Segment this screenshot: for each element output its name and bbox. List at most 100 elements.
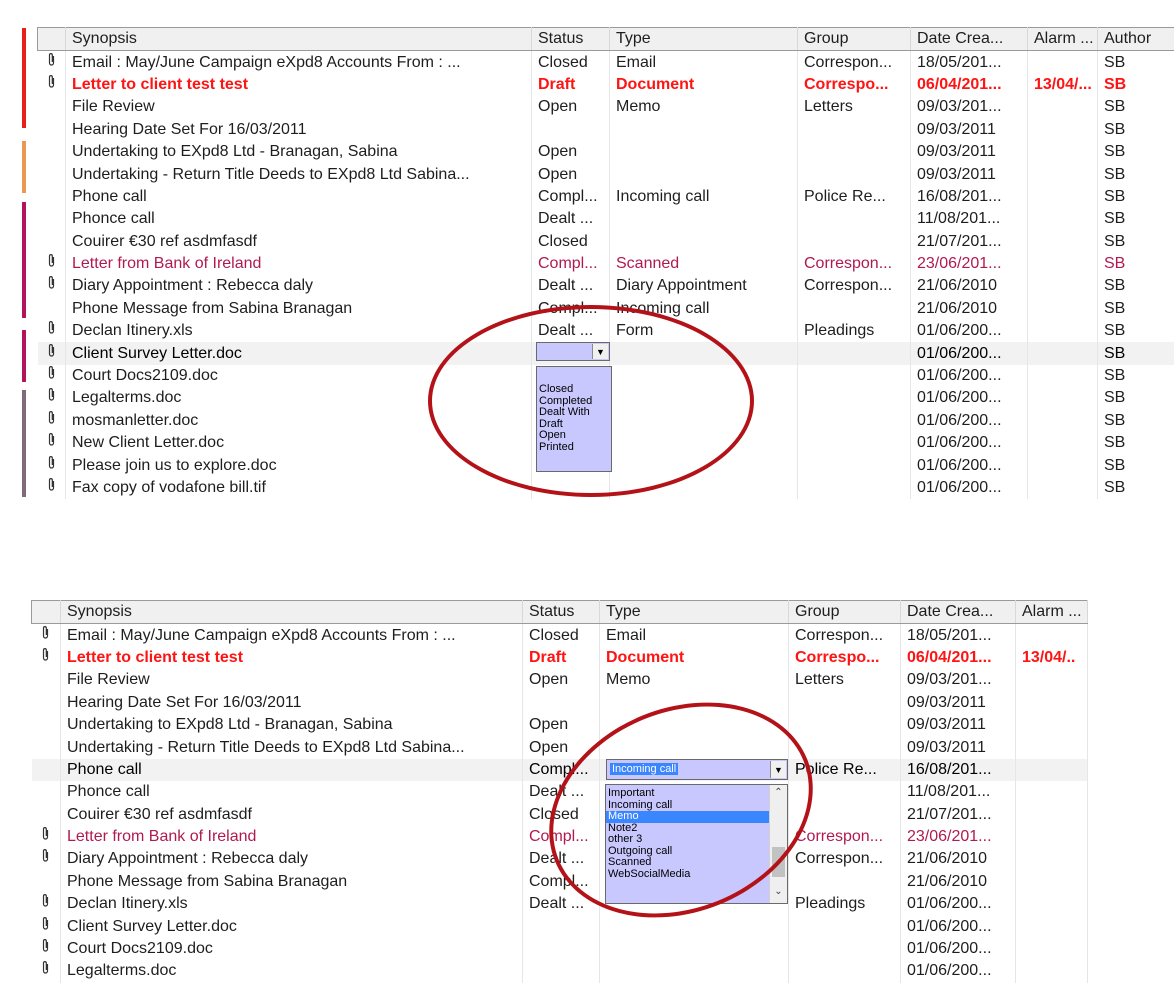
table-row[interactable]: Diary Appointment : Rebecca daly Dealt ..… [37,275,1174,298]
attachment-cell [31,781,61,804]
table-row[interactable]: Phone Message from Sabina Branagan Compl.… [37,297,1174,321]
table-cell [1015,736,1088,759]
attachment-column-header[interactable] [37,26,66,52]
dropdown-option[interactable]: Open [537,430,611,442]
table-cell: SB [1097,252,1174,276]
table-cell: Please join us to explore.doc [65,454,532,477]
table-row[interactable]: Undertaking to EXpd8 Ltd - Branagan, Sab… [37,140,1174,164]
dropdown-option[interactable]: Scanned [606,857,769,869]
table-cell [1015,691,1088,714]
table-row[interactable]: Letter from Bank of Ireland Compl... Corre… [31,825,1088,849]
table-row[interactable]: Email : May/June Campaign eXpd8 Accounts… [31,623,1088,647]
scroll-down-icon[interactable]: ⌄ [770,886,787,901]
table-cell: 16/08/201... [900,758,1016,782]
table-row[interactable]: Email : May/June Campaign eXpd8 Accounts… [37,50,1174,74]
table-row[interactable]: Phonce call Dealt ... 11/08/201... [31,781,1088,804]
table-cell: 21/06/2010 [910,275,1028,298]
table-cell: SB [1097,454,1174,477]
attachment-cell [31,713,61,737]
table-row[interactable]: Couirer €30 ref asdmfasdf Closed 21/07/201… [31,803,1088,826]
column-header[interactable]: Group [797,26,911,52]
table-row[interactable]: Hearing Date Set For 16/03/2011 09/03/201… [31,691,1088,714]
column-header[interactable]: Type [609,26,798,52]
table-row[interactable]: Undertaking - Return Title Deeds to EXpd… [31,736,1088,759]
dropdown-option[interactable]: other 3 [606,834,769,846]
table-cell [797,208,911,231]
paperclip-icon [37,476,66,500]
scrollbar-thumb[interactable] [772,847,785,877]
attachment-column-header[interactable] [31,599,61,625]
dropdown-option[interactable]: Closed [537,384,611,396]
table-cell [1015,781,1088,804]
column-header[interactable]: Date Crea... [910,26,1028,52]
table-cell [531,118,610,141]
chevron-down-icon[interactable]: ▼ [770,761,786,778]
table-cell [1027,230,1098,253]
dropdown-option[interactable]: Incoming call [606,800,769,812]
column-header[interactable]: Date Crea... [900,599,1016,625]
table-row[interactable]: File Review Open Memo Letters 09/03/201... [31,669,1088,692]
table-cell: Police Re... [797,185,911,209]
table-row[interactable]: Phonce call Dealt ... 11/08/201... SB [37,208,1174,231]
table-row[interactable]: Couirer €30 ref asdmfasdf Closed 21/07/201… [37,230,1174,253]
table-cell: Compl... [522,758,600,782]
scroll-up-icon[interactable]: ⌃ [770,787,787,802]
dropdown-option[interactable]: Draft [537,419,611,431]
table-row[interactable]: Letter to client test test Draft Document C… [31,646,1088,670]
table-row[interactable]: Declan Itinery.xls Dealt ... Pleadings 01/0… [31,893,1088,916]
status-combo[interactable]: ▼ [536,342,610,361]
table-cell: 01/06/200... [900,960,1016,983]
type-combo[interactable]: Incoming call ▼ [606,759,788,780]
status-dropdown-list[interactable]: Closed Completed Dealt With Draft Open Printe… [536,366,612,472]
dropdown-option[interactable]: Memo [606,811,769,823]
column-header[interactable]: Status [531,26,610,52]
table-cell [797,118,911,141]
table-row[interactable]: File Review Open Memo Letters 09/03/201... SB [37,96,1174,119]
table-row[interactable]: Fax copy of vodafone bill.tif 01/06/200..… [37,476,1174,500]
table-row[interactable]: Declan Itinery.xls Dealt ... Form Pleadings… [37,320,1174,343]
table-row[interactable]: Client Survey Letter.doc 01/06/200... [31,915,1088,938]
table-cell: 01/06/200... [910,320,1028,343]
table-cell: Letter from Bank of Ireland [65,252,532,276]
dropdown-scrollbar[interactable]: ⌃ ⌄ [769,785,787,903]
table-row[interactable]: Diary Appointment : Rebecca daly Dealt ..… [31,848,1088,871]
table-row[interactable]: Undertaking - Return Title Deeds to EXpd… [37,163,1174,186]
table-row[interactable]: Undertaking to EXpd8 Ltd - Branagan, Sab… [31,713,1088,737]
column-header[interactable]: Status [522,599,600,625]
table-cell [797,140,911,164]
table-cell [522,915,600,938]
dropdown-option[interactable]: Outgoing call [606,846,769,858]
table-cell [599,937,789,961]
attachment-cell [37,163,66,186]
column-header[interactable]: Alarm ... [1015,599,1088,625]
table-cell: 01/06/200... [900,915,1016,938]
table-cell [797,409,911,433]
dropdown-option[interactable]: Important [606,788,769,800]
dropdown-option[interactable]: Note2 [606,823,769,835]
column-header[interactable]: Group [788,599,901,625]
table-row[interactable]: Phone call Compl... Police Re... 16/08/201.… [31,758,1088,782]
column-header[interactable]: Synopsis [60,599,523,625]
table-cell: SB [1097,275,1174,298]
table-cell [797,476,911,500]
table-cell: New Client Letter.doc [65,432,532,455]
type-dropdown-list[interactable]: Important Incoming call Memo Note2 other 3 Ou… [605,784,788,904]
dropdown-option[interactable]: Printed [537,442,611,454]
dropdown-option[interactable]: Completed [537,396,611,408]
table-cell: Dealt ... [531,320,610,343]
table-row[interactable]: Hearing Date Set For 16/03/2011 09/03/201… [37,118,1174,141]
column-header[interactable]: Author [1097,26,1174,52]
table-row[interactable]: Court Docs2109.doc 01/06/200... [31,937,1088,961]
column-header[interactable]: Synopsis [65,26,532,52]
column-header[interactable]: Alarm ... [1027,26,1098,52]
table-row[interactable]: Legalterms.doc 01/06/200... [31,960,1088,983]
column-header[interactable]: Type [599,599,789,625]
dropdown-option[interactable]: WebSocialMedia [606,869,769,881]
table-row[interactable]: Letter to client test test Draft Document C… [37,73,1174,97]
table-cell [1027,275,1098,298]
dropdown-option[interactable]: Dealt With [537,407,611,419]
table-row[interactable]: Letter from Bank of Ireland Compl... Scann… [37,252,1174,276]
chevron-down-icon[interactable]: ▼ [592,344,608,359]
table-row[interactable]: Phone Message from Sabina Branagan Compl.… [31,870,1088,894]
table-row[interactable]: Phone call Compl... Incoming call Police Re… [37,185,1174,209]
